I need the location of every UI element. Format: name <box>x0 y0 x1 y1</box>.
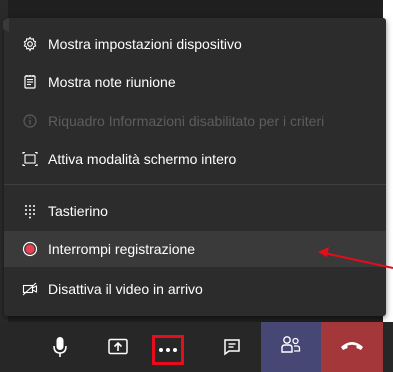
dialpad-icon <box>22 203 38 219</box>
menu-item-label: Riquadro Informazioni disabilitato per i… <box>48 113 325 129</box>
gear-icon <box>22 36 38 52</box>
fullscreen-icon <box>22 151 38 167</box>
more-options-menu: Mostra impostazioni dispositivo Mostra n… <box>4 18 386 316</box>
people-icon <box>280 335 302 360</box>
menu-item-label: Disattiva il video in arrivo <box>48 281 203 297</box>
menu-divider <box>4 184 386 185</box>
more-icon <box>159 348 177 352</box>
menu-item-label: Mostra impostazioni dispositivo <box>48 36 242 52</box>
video-off-icon <box>22 281 38 297</box>
teams-meeting-window: Mostra impostazioni dispositivo Mostra n… <box>0 0 393 372</box>
menu-item-dialpad[interactable]: Tastierino <box>4 193 386 229</box>
chat-icon <box>223 338 241 356</box>
menu-item-device-settings[interactable]: Mostra impostazioni dispositivo <box>4 26 386 62</box>
hang-up-button[interactable] <box>321 322 383 372</box>
menu-item-label: Interrompi registrazione <box>48 241 196 257</box>
chat-button[interactable] <box>212 322 252 372</box>
phone-icon <box>340 338 364 356</box>
menu-item-info-pane-disabled: Riquadro Informazioni disabilitato per i… <box>4 103 386 139</box>
record-icon <box>22 241 38 257</box>
menu-item-label: Mostra note riunione <box>48 74 176 90</box>
menu-item-fullscreen[interactable]: Attiva modalità schermo intero <box>4 141 386 177</box>
participants-button[interactable] <box>261 322 321 372</box>
menu-item-disable-incoming-video[interactable]: Disattiva il video in arrivo <box>4 271 386 307</box>
microphone-button[interactable] <box>42 322 78 372</box>
menu-item-stop-recording[interactable]: Interrompi registrazione <box>4 231 386 267</box>
info-icon <box>22 113 38 129</box>
camera-button-partial[interactable] <box>0 0 14 50</box>
share-icon <box>108 338 128 356</box>
menu-item-label: Tastierino <box>48 203 108 219</box>
microphone-icon <box>52 336 68 358</box>
share-screen-button[interactable] <box>98 322 138 372</box>
notes-icon <box>22 74 38 90</box>
menu-item-label: Attiva modalità schermo intero <box>48 151 237 167</box>
menu-item-meeting-notes[interactable]: Mostra note riunione <box>4 64 386 100</box>
more-options-button[interactable] <box>152 335 184 365</box>
